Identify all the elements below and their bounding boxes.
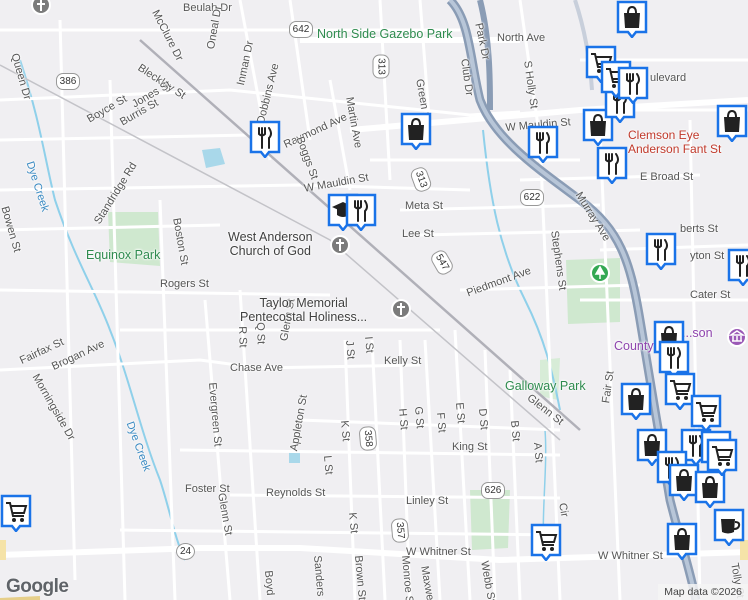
restaurant-marker[interactable] bbox=[596, 146, 628, 184]
route-shield: 386 bbox=[56, 73, 80, 90]
church-icon[interactable] bbox=[30, 0, 52, 18]
poi-label-west-anderson-church[interactable]: West Anderson Church of God bbox=[228, 230, 313, 258]
street-label: Chase Ave bbox=[230, 362, 284, 374]
shopping-cart-icon bbox=[690, 394, 722, 432]
street-label: H St bbox=[396, 408, 410, 431]
church-icon[interactable] bbox=[329, 234, 351, 256]
shopping-bag-marker[interactable] bbox=[666, 522, 698, 560]
shopping-cart-marker[interactable] bbox=[706, 438, 738, 476]
route-shield: 622 bbox=[520, 189, 544, 206]
restaurant-icon bbox=[345, 193, 377, 231]
shopping-bag-marker[interactable] bbox=[400, 112, 432, 150]
restaurant-marker[interactable] bbox=[727, 248, 748, 286]
shopping-cart-icon bbox=[0, 494, 32, 532]
shopping-cart-marker[interactable] bbox=[0, 494, 32, 532]
restaurant-marker[interactable] bbox=[617, 66, 649, 104]
street-label: King St bbox=[452, 441, 488, 453]
street-label: berts St bbox=[680, 223, 718, 235]
restaurant-icon bbox=[617, 66, 649, 104]
map-attribution[interactable]: Map data ©2026 bbox=[658, 584, 748, 600]
street-label: K St bbox=[346, 512, 360, 534]
restaurant-marker[interactable] bbox=[345, 193, 377, 231]
street-label: R St bbox=[236, 326, 249, 348]
route-shield: 626 bbox=[481, 482, 505, 499]
poi-label-taylor-memorial[interactable]: Taylor Memorial Pentecostal Holiness... bbox=[240, 296, 367, 324]
street-label: Foster St bbox=[185, 483, 230, 495]
poi-label-north-side-gazebo-park[interactable]: North Side Gazebo Park bbox=[317, 28, 453, 41]
shopping-bag-marker[interactable] bbox=[616, 0, 648, 38]
restaurant-icon bbox=[645, 232, 677, 270]
shopping-cart-icon bbox=[706, 438, 738, 476]
street-label: Beulah Dr bbox=[183, 2, 232, 14]
restaurant-marker[interactable] bbox=[527, 125, 559, 163]
restaurant-icon bbox=[727, 248, 748, 286]
coffee-icon bbox=[713, 508, 745, 546]
street-label: E St bbox=[453, 402, 467, 424]
street-label: L St bbox=[321, 455, 335, 476]
street-label: J St bbox=[343, 340, 357, 360]
shopping-bag-icon bbox=[666, 522, 698, 560]
route-shield: 642 bbox=[289, 21, 313, 38]
government-icon[interactable] bbox=[726, 326, 748, 348]
street-label: G St bbox=[412, 406, 426, 429]
street-label: A St bbox=[531, 442, 545, 464]
restaurant-marker[interactable] bbox=[645, 232, 677, 270]
street-label: yton St bbox=[690, 250, 725, 262]
street-label: F St bbox=[434, 412, 448, 434]
poi-label-galloway-park[interactable]: Galloway Park bbox=[505, 380, 586, 393]
street-label: I St bbox=[362, 336, 376, 354]
route-shield: 358 bbox=[358, 425, 378, 452]
park-icon[interactable] bbox=[589, 262, 611, 284]
restaurant-marker[interactable] bbox=[249, 120, 281, 158]
street-label: E Broad St bbox=[640, 171, 694, 183]
poi-label-anderson[interactable]: ...son bbox=[682, 327, 713, 340]
street-label: Lee St bbox=[402, 228, 434, 240]
street-label: North Ave bbox=[497, 32, 546, 44]
map-canvas[interactable]: Beulah Dr McClure Dr Oneal Dr Inman Dr D… bbox=[0, 0, 748, 600]
restaurant-icon bbox=[527, 125, 559, 163]
street-label: Q St bbox=[254, 322, 267, 345]
poi-label-clemson-eye[interactable]: Clemson Eye Anderson Fant St bbox=[628, 128, 721, 156]
street-label: ulevard bbox=[650, 72, 687, 84]
restaurant-icon bbox=[249, 120, 281, 158]
shopping-bag-marker[interactable] bbox=[620, 382, 652, 420]
shopping-cart-marker[interactable] bbox=[690, 394, 722, 432]
street-label: Kelly St bbox=[384, 355, 422, 367]
route-shield: 313 bbox=[372, 54, 390, 79]
shopping-bag-icon bbox=[400, 112, 432, 150]
street-label: B St bbox=[508, 420, 522, 442]
street-label: Cater St bbox=[690, 289, 731, 301]
shopping-bag-icon bbox=[716, 104, 748, 142]
street-label: Meta St bbox=[405, 200, 443, 212]
street-label: Rogers St bbox=[160, 278, 209, 290]
shopping-bag-icon bbox=[616, 0, 648, 38]
street-label: Boyd bbox=[262, 570, 277, 597]
street-label: Linley St bbox=[406, 495, 449, 507]
route-shield: 24 bbox=[176, 543, 195, 560]
shopping-cart-icon bbox=[530, 523, 562, 561]
route-shield: 357 bbox=[390, 517, 410, 544]
shopping-cart-marker[interactable] bbox=[530, 523, 562, 561]
shopping-bag-marker[interactable] bbox=[716, 104, 748, 142]
street-label: Cir bbox=[556, 502, 571, 518]
coffee-marker[interactable] bbox=[713, 508, 745, 546]
shopping-bag-icon bbox=[620, 382, 652, 420]
street-label: Reynolds St bbox=[266, 487, 326, 499]
street-label: K St bbox=[338, 420, 352, 442]
street-label: W Whitner St bbox=[598, 550, 663, 562]
restaurant-icon bbox=[596, 146, 628, 184]
poi-label-county[interactable]: County bbox=[614, 340, 654, 353]
poi-label-equinox-park[interactable]: Equinox Park bbox=[86, 249, 160, 262]
street-label: W Whitner St bbox=[406, 546, 471, 558]
google-logo: Google bbox=[6, 576, 69, 597]
street-label: D St bbox=[476, 408, 490, 431]
church-icon[interactable] bbox=[390, 298, 412, 320]
